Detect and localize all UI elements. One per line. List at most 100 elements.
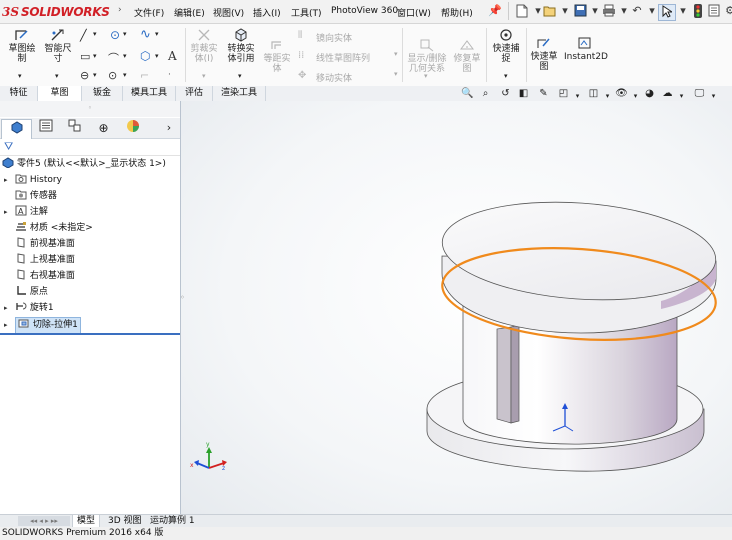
- view-orientation-dropdown-icon[interactable]: ▾: [570, 92, 585, 107]
- open-dropdown-icon[interactable]: ▾: [557, 4, 573, 19]
- menu-edit[interactable]: 编辑(E): [174, 6, 205, 19]
- move-entities-icon[interactable]: ✥: [298, 70, 306, 81]
- open-folder-icon[interactable]: [542, 4, 558, 19]
- convert-entities-button[interactable]: 转换实 体引用: [222, 28, 260, 64]
- menu-tools[interactable]: 工具(T): [291, 6, 322, 19]
- edit-appearance-icon[interactable]: ◕: [642, 88, 657, 103]
- move-entities-label[interactable]: 移动实体: [316, 71, 352, 84]
- apply-scene-icon[interactable]: ☁: [660, 88, 675, 103]
- traffic-light-icon[interactable]: [690, 4, 706, 19]
- tree-item-cut-extrude1[interactable]: ▸ 切除-拉伸1: [4, 317, 81, 334]
- polygon-dropdown-icon[interactable]: ▾: [155, 52, 159, 60]
- rectangle-dropdown-icon[interactable]: ▾: [93, 52, 97, 60]
- expand-arrow-icon[interactable]: ▸: [4, 173, 12, 188]
- rollback-bar[interactable]: [0, 333, 180, 335]
- expand-arrow-icon[interactable]: ▸: [4, 205, 12, 220]
- spline-dropdown-icon[interactable]: ▾: [155, 30, 159, 38]
- linear-pattern-label[interactable]: 线性草图阵列: [316, 51, 370, 64]
- tree-item-right-plane[interactable]: 右视基准面: [4, 269, 75, 284]
- display-style-dropdown-icon[interactable]: ▾: [600, 92, 615, 107]
- undo-icon[interactable]: ↶: [629, 4, 645, 19]
- tree-item-material[interactable]: 材质 <未指定>: [4, 221, 93, 236]
- fillet-dropdown-icon[interactable]: ▾: [123, 71, 127, 79]
- chevron-right-icon[interactable]: ›: [118, 5, 122, 15]
- linear-pattern-icon[interactable]: ⁞⁞: [298, 50, 304, 61]
- tree-item-revolve1[interactable]: ▸ 旋转1: [4, 301, 54, 316]
- tree-root-part[interactable]: 零件5 (默认<<默认>_显示状态 1>): [2, 157, 166, 172]
- tree-item-history[interactable]: ▸ History: [4, 173, 62, 188]
- menu-photoview[interactable]: PhotoView 360: [331, 6, 398, 16]
- menu-window[interactable]: 窗口(W): [397, 6, 431, 19]
- previous-view-icon[interactable]: ↺: [498, 88, 513, 103]
- zoom-to-area-icon[interactable]: ⌕: [478, 88, 493, 103]
- zoom-to-fit-icon[interactable]: 🔍: [460, 88, 475, 103]
- display-manager-icon[interactable]: [118, 119, 147, 137]
- rectangle-icon[interactable]: ▭: [80, 50, 90, 63]
- print-icon[interactable]: [601, 4, 617, 19]
- hide-show-dropdown-icon[interactable]: ▾: [628, 92, 643, 107]
- arc-icon[interactable]: ⌒: [108, 50, 119, 66]
- tree-item-top-plane[interactable]: 上视基准面: [4, 253, 75, 268]
- feature-manager-tree-icon[interactable]: [1, 119, 32, 139]
- repair-sketch-button[interactable]: 修复草 图: [452, 38, 482, 74]
- property-manager-icon[interactable]: [31, 119, 60, 137]
- tree-filter[interactable]: ⛛: [0, 139, 180, 156]
- smart-dimension-dropdown-icon[interactable]: ▾: [55, 72, 59, 80]
- tab-sheet-metal[interactable]: 钣金: [82, 86, 123, 101]
- dynamic-annotation-icon[interactable]: ✎: [536, 88, 551, 103]
- tab-evaluate[interactable]: 评估: [176, 86, 213, 101]
- move-dropdown-icon[interactable]: ▾: [394, 70, 398, 78]
- view-orientation-icon[interactable]: ◰: [556, 88, 571, 103]
- sketch-button[interactable]: 草图绘 制: [4, 28, 40, 64]
- display-delete-relations-button[interactable]: 显示/删除 几何关系: [404, 38, 450, 74]
- select-pointer-icon[interactable]: [658, 4, 676, 21]
- view-settings-dropdown-icon[interactable]: ▾: [706, 92, 721, 107]
- graphics-area[interactable]: x y z: [181, 101, 732, 515]
- menu-help[interactable]: 帮助(H): [441, 6, 473, 19]
- pin-icon[interactable]: 📌: [488, 4, 502, 17]
- file-properties-icon[interactable]: [706, 4, 722, 19]
- chevron-right-icon[interactable]: ›: [160, 119, 178, 137]
- circle-dropdown-icon[interactable]: ▾: [123, 30, 127, 38]
- apply-scene-dropdown-icon[interactable]: ▾: [674, 92, 689, 107]
- panel-grip[interactable]: ◦: [0, 101, 180, 117]
- tab-mold-tools[interactable]: 模具工具: [123, 86, 176, 101]
- text-icon[interactable]: A: [168, 49, 177, 63]
- line-dropdown-icon[interactable]: ▾: [93, 30, 97, 38]
- polygon-icon[interactable]: ⬡: [140, 49, 150, 63]
- tab-scroll-arrows-icon[interactable]: ◂◂ ◂ ▸ ▸▸: [18, 516, 70, 526]
- circle-icon[interactable]: ⊙: [110, 28, 120, 42]
- hide-show-items-icon[interactable]: 👁: [614, 88, 629, 103]
- save-icon[interactable]: [572, 4, 588, 19]
- mirror-icon[interactable]: ⫴: [298, 30, 302, 41]
- linear-pattern-dropdown-icon[interactable]: ▾: [394, 50, 398, 58]
- menu-file[interactable]: 文件(F): [134, 6, 164, 19]
- arc-dropdown-icon[interactable]: ▾: [123, 52, 127, 60]
- expand-arrow-icon[interactable]: ▸: [4, 301, 12, 316]
- new-document-icon[interactable]: [514, 4, 530, 19]
- tab-sketch[interactable]: 草图: [38, 86, 82, 102]
- mirror-entities-label[interactable]: 镜向实体: [316, 31, 352, 44]
- offset-entities-button[interactable]: 等距实 体: [262, 38, 292, 74]
- section-view-icon[interactable]: ◧: [516, 88, 531, 103]
- dimxpert-manager-icon[interactable]: ⊕: [89, 119, 118, 137]
- tree-item-annotations[interactable]: ▸ A 注解: [4, 205, 48, 220]
- solidworks-logo[interactable]: 3S SOLIDWORKS: [2, 3, 110, 20]
- expand-arrow-icon[interactable]: ▸: [4, 318, 12, 333]
- tab-features[interactable]: 特征: [0, 86, 38, 101]
- quick-snaps-button[interactable]: 快速捕 捉: [490, 28, 522, 64]
- spline-icon[interactable]: ∿: [140, 27, 151, 42]
- display-style-icon[interactable]: ◫: [586, 88, 601, 103]
- relations-dropdown-icon[interactable]: ▾: [424, 72, 428, 80]
- tab-render-tools[interactable]: 渲染工具: [213, 86, 266, 101]
- panel-collapse-handle[interactable]: ◦: [180, 293, 185, 302]
- part-model[interactable]: x y z: [181, 101, 732, 515]
- menu-insert[interactable]: 插入(I): [253, 6, 281, 19]
- sketch-dropdown-icon[interactable]: ▾: [18, 72, 22, 80]
- convert-dropdown-icon[interactable]: ▾: [238, 72, 242, 80]
- trim-entities-button[interactable]: 剪裁实 体(I): [188, 28, 220, 64]
- smart-dimension-button[interactable]: 智能尺 寸: [42, 28, 74, 64]
- tree-item-sensors[interactable]: 传感器: [4, 189, 57, 204]
- trim-dropdown-icon[interactable]: ▾: [202, 72, 206, 80]
- point-icon[interactable]: ·: [168, 70, 171, 80]
